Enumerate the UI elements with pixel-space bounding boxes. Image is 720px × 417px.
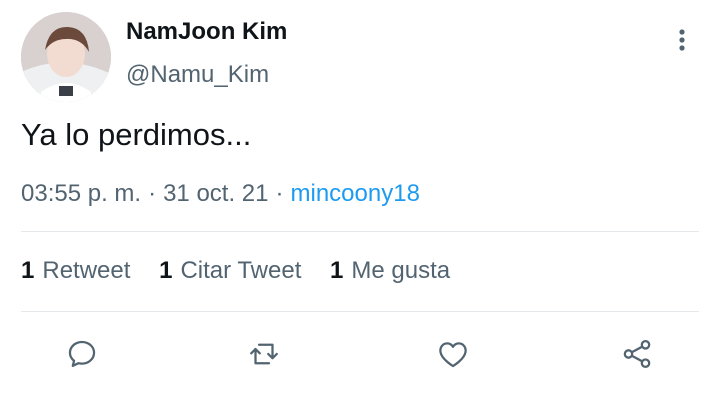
divider xyxy=(21,231,699,232)
reply-icon xyxy=(68,340,96,368)
tweet-text: Ya lo perdimos... xyxy=(21,117,252,152)
tweet-date: 31 oct. 21 xyxy=(163,180,269,207)
like-button[interactable] xyxy=(433,334,473,374)
quotes-stat[interactable]: 1 Citar Tweet xyxy=(159,257,301,284)
quotes-label: Citar Tweet xyxy=(180,257,302,284)
engagement-stats: 1 Retweet 1 Citar Tweet 1 Me gusta xyxy=(21,257,472,285)
more-options-icon[interactable] xyxy=(672,26,692,56)
retweets-stat[interactable]: 1 Retweet xyxy=(21,257,130,284)
reply-button[interactable] xyxy=(62,334,102,374)
likes-stat[interactable]: 1 Me gusta xyxy=(330,257,450,284)
retweet-icon xyxy=(250,343,278,365)
share-button[interactable] xyxy=(617,334,657,374)
avatar[interactable] xyxy=(21,12,111,102)
tweet-meta: 03:55 p. m. · 31 oct. 21 · mincoony18 xyxy=(21,180,420,208)
retweet-button[interactable] xyxy=(244,334,284,374)
like-icon xyxy=(439,342,467,368)
tweet-time: 03:55 p. m. xyxy=(21,180,142,207)
likes-count: 1 xyxy=(330,257,344,284)
quotes-count: 1 xyxy=(159,257,173,284)
divider xyxy=(21,311,699,312)
retweets-count: 1 xyxy=(21,257,35,284)
meta-separator: · xyxy=(275,180,284,207)
tweet-source-link[interactable]: mincoony18 xyxy=(291,180,420,207)
likes-label: Me gusta xyxy=(351,257,451,284)
author-name[interactable]: NamJoon Kim xyxy=(126,18,287,46)
share-icon xyxy=(623,339,651,369)
retweets-label: Retweet xyxy=(42,257,131,284)
author-handle[interactable]: @Namu_Kim xyxy=(126,61,269,89)
meta-separator: · xyxy=(148,180,157,207)
